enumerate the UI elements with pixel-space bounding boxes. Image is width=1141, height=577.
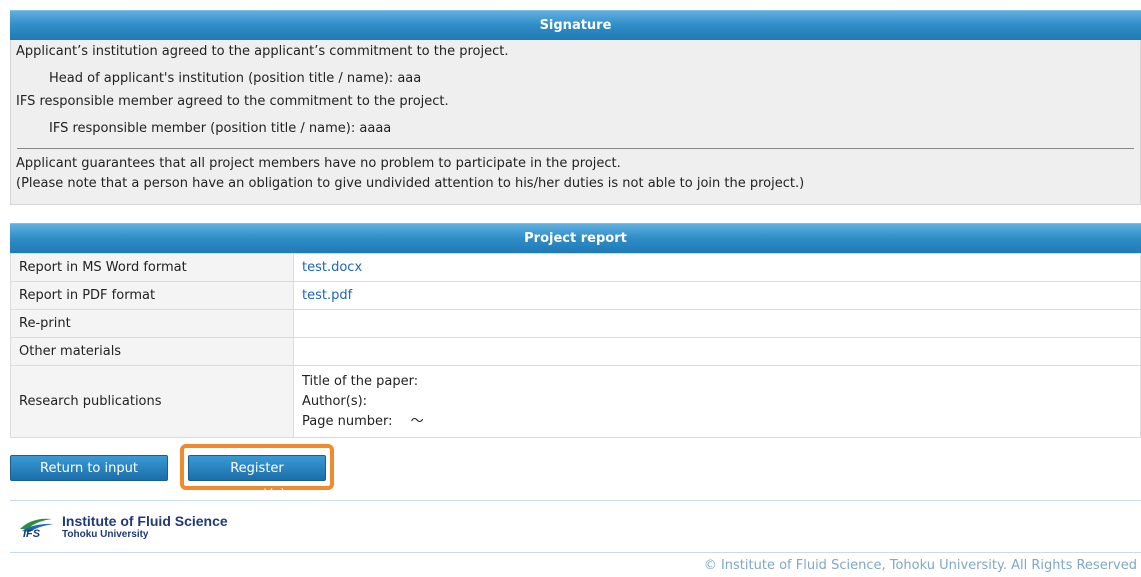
table-row: Research publications Title of the paper… [10, 365, 1141, 438]
signature-guarantee: Applicant guarantees that all project me… [16, 156, 621, 171]
project-report-section: Project report Report in MS Word format … [10, 223, 1141, 438]
ifs-logo-icon: IFS [20, 518, 54, 539]
signature-line-institution: Applicant’s institution agreed to the ap… [16, 44, 509, 59]
signature-divider [17, 148, 1134, 149]
paper-page-row: Page number: ～ [302, 412, 1132, 432]
report-word-label: Report in MS Word format [10, 253, 294, 282]
table-row: Report in PDF format test.pdf [10, 281, 1141, 310]
ifs-logo[interactable]: IFS Institute of Fluid Science Tohoku Un… [18, 514, 228, 540]
reprint-value [293, 309, 1141, 338]
paper-author-label: Author(s): [302, 393, 368, 409]
return-to-input-button[interactable]: Return to input page [10, 455, 168, 502]
footer-top-divider [10, 500, 1141, 501]
table-row: Report in MS Word format test.docx [10, 253, 1141, 282]
other-materials-label: Other materials [10, 337, 294, 366]
report-word-link[interactable]: test.docx [302, 260, 362, 275]
copyright-text: © Institute of Fluid Science, Tohoku Uni… [703, 558, 1137, 573]
register-reports-button[interactable]: Register report(s) [188, 455, 326, 502]
paper-page-separator: ～ [410, 413, 424, 429]
signature-ifs-member: IFS responsible member (position title /… [49, 121, 392, 136]
project-report-table: Report in MS Word format test.docx Repor… [10, 253, 1141, 438]
reprint-label: Re-print [10, 309, 294, 338]
footer-bottom-divider [10, 552, 1141, 553]
signature-note: (Please note that a person have an oblig… [16, 176, 805, 191]
logo-text-block: Institute of Fluid Science Tohoku Univer… [62, 513, 228, 541]
report-word-value: test.docx [293, 253, 1141, 282]
logo-title: Institute of Fluid Science [62, 513, 228, 529]
report-pdf-label: Report in PDF format [10, 281, 294, 310]
ifs-logo-badge: IFS [23, 528, 41, 539]
research-publications-label: Research publications [10, 365, 294, 438]
project-report-header: Project report [10, 223, 1141, 253]
paper-page-label: Page number: [302, 413, 393, 429]
other-materials-value [293, 337, 1141, 366]
signature-body: Applicant’s institution agreed to the ap… [10, 40, 1141, 205]
paper-title-label: Title of the paper: [302, 373, 419, 389]
logo-subtitle: Tohoku University [62, 529, 149, 540]
table-row: Re-print [10, 309, 1141, 338]
signature-head-of-institution: Head of applicant's institution (positio… [49, 71, 422, 86]
signature-section: Signature Applicant’s institution agreed… [10, 10, 1141, 205]
signature-line-ifs: IFS responsible member agreed to the com… [16, 94, 449, 109]
report-pdf-value: test.pdf [293, 281, 1141, 310]
signature-header: Signature [10, 10, 1141, 40]
table-row: Other materials [10, 337, 1141, 366]
report-pdf-link[interactable]: test.pdf [302, 288, 352, 303]
research-publications-value: Title of the paper: Author(s): Page numb… [293, 365, 1141, 438]
